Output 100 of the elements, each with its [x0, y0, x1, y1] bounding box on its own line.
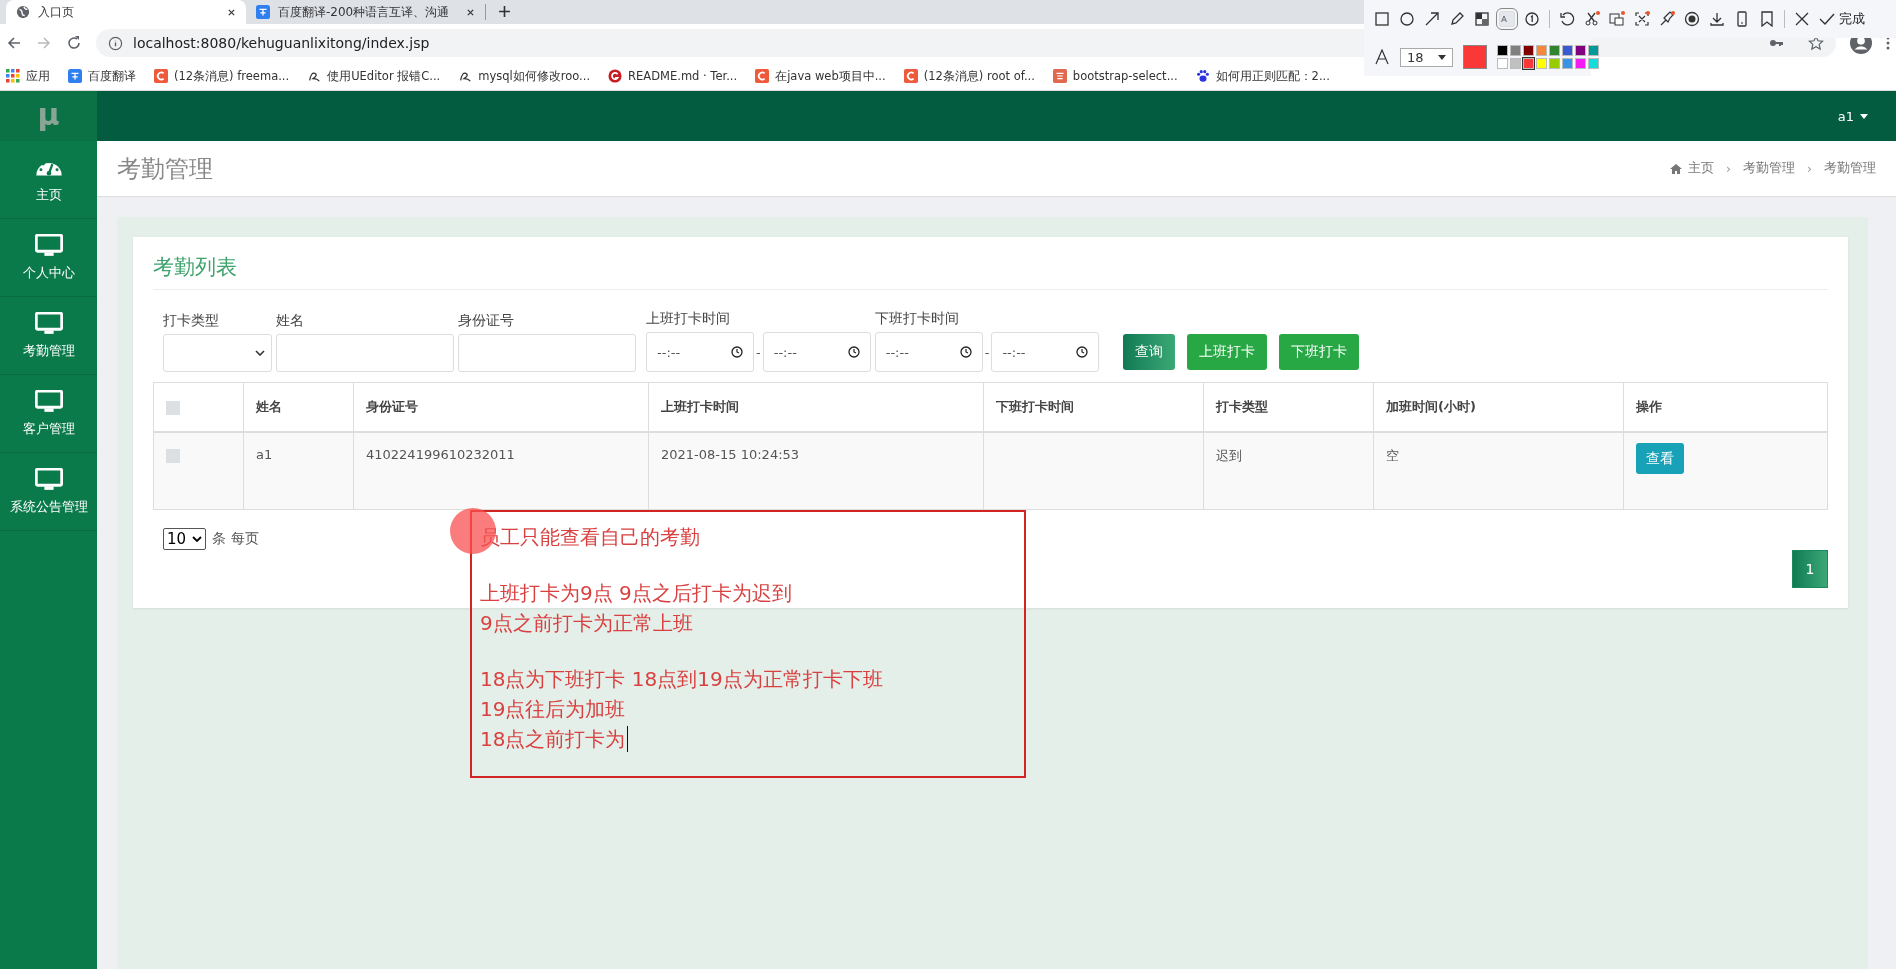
ellipse-tool-icon[interactable]	[1399, 11, 1415, 27]
annotation-text: 9点之前打卡为正常上班	[480, 610, 693, 637]
phone-icon[interactable]	[1734, 11, 1750, 27]
search-button[interactable]: 查询	[1123, 334, 1176, 370]
color-swatch[interactable]	[1496, 58, 1508, 69]
filter-label: 打卡类型	[163, 312, 220, 330]
page-size-select[interactable]: 10	[163, 528, 207, 550]
bookmark[interactable]: (12条消息) root of...	[903, 68, 1035, 84]
browser-tab[interactable]: 入口页	[6, 0, 246, 24]
range-separator: -	[755, 344, 762, 360]
bookmark[interactable]: (12条消息) freema...	[154, 68, 290, 84]
bookmark[interactable]: 在java web项目中...	[755, 68, 886, 84]
pin-icon[interactable]	[1659, 11, 1675, 27]
breadcrumb-item[interactable]: 考勤管理	[1824, 160, 1876, 177]
bookmark[interactable]: 百度翻译	[68, 68, 136, 84]
record-icon[interactable]	[1684, 11, 1700, 27]
select-field[interactable]	[163, 334, 272, 372]
time-field[interactable]: --:--	[991, 332, 1100, 372]
time-field[interactable]: --:--	[762, 332, 871, 372]
mosaic-tool-icon[interactable]	[1474, 11, 1490, 27]
tab-title: 入口页	[38, 3, 75, 21]
swirl-icon	[307, 69, 322, 83]
color-swatch[interactable]	[1522, 45, 1534, 56]
bookmark[interactable]: bootstrap-select...	[1052, 69, 1178, 83]
table-cell: 迟到	[1203, 432, 1374, 510]
table-cell: 410224199610232011	[353, 432, 649, 510]
bookmark[interactable]: 如何用正则匹配：2...	[1195, 68, 1330, 84]
bookmark[interactable]: 使用UEditor 报错C...	[307, 68, 441, 84]
filter-label: 姓名	[276, 312, 305, 330]
bookmark[interactable]: mysql如何修改roo...	[458, 68, 591, 84]
number-tool-icon[interactable]	[1524, 11, 1540, 27]
bookmark-icon[interactable]	[1759, 11, 1775, 27]
done-button[interactable]: 完成	[1819, 10, 1865, 28]
monitor-icon	[34, 389, 63, 413]
breadcrumb-item[interactable]: 考勤管理	[1743, 160, 1795, 177]
input-field[interactable]	[276, 334, 454, 372]
browser-tab[interactable]: 百度翻译-200种语言互译、沟通	[246, 4, 486, 20]
color-swatch[interactable]	[1535, 45, 1547, 56]
checkbox[interactable]	[166, 448, 180, 463]
translate-icon	[256, 5, 270, 19]
time-field[interactable]: --:--	[646, 332, 754, 372]
input-field[interactable]	[458, 334, 636, 372]
swirl-icon	[458, 69, 473, 83]
reload-icon[interactable]	[66, 35, 82, 51]
range-separator: -	[983, 344, 991, 360]
caret-icon	[1860, 113, 1868, 119]
time-field[interactable]: --:--	[874, 332, 983, 372]
close-icon[interactable]	[466, 7, 475, 17]
page-button[interactable]: 1	[1792, 550, 1828, 588]
breadcrumb-separator: ›	[1726, 161, 1731, 176]
text-tool-icon[interactable]	[1499, 11, 1515, 27]
user-menu[interactable]: a1	[1837, 108, 1868, 124]
color-swatch[interactable]	[1587, 45, 1599, 56]
globe-icon	[16, 5, 30, 19]
filter-label: 上班打卡时间	[646, 310, 731, 328]
clock-icon	[959, 346, 972, 358]
annotation-text: 上班打卡为9点 9点之后打卡为迟到	[480, 580, 792, 607]
color-swatch[interactable]	[1574, 58, 1586, 69]
color-swatch[interactable]	[1561, 45, 1573, 56]
color-swatch[interactable]	[1548, 45, 1560, 56]
home-icon	[1670, 163, 1682, 174]
color-swatch[interactable]	[1561, 58, 1573, 69]
apps-bookmark[interactable]: 应用	[6, 68, 50, 84]
color-swatch[interactable]	[1535, 58, 1547, 69]
color-swatch[interactable]	[1587, 58, 1599, 69]
bookmark[interactable]: README.md · Ter...	[608, 69, 738, 83]
page-title: 考勤管理	[117, 153, 213, 185]
filter-label: 下班打卡时间	[874, 310, 960, 328]
font-size-select[interactable]: 18	[1400, 47, 1453, 67]
square-logo-icon	[1052, 69, 1067, 83]
color-swatch[interactable]	[1509, 58, 1521, 69]
close-icon[interactable]	[227, 7, 236, 17]
monitor-icon	[34, 233, 63, 257]
breadcrumb-item[interactable]: 主页	[1688, 160, 1714, 177]
checkbox[interactable]	[166, 400, 180, 415]
undo-icon[interactable]	[1559, 11, 1575, 27]
page-size-label: 条 每页	[212, 530, 259, 548]
crop-icon[interactable]	[1634, 11, 1650, 27]
close-icon[interactable]	[1794, 11, 1810, 27]
rectangle-tool-icon[interactable]	[1374, 11, 1390, 27]
color-swatch[interactable]	[1548, 58, 1560, 69]
color-swatch[interactable]	[1574, 45, 1586, 56]
color-swatch[interactable]	[1496, 45, 1508, 56]
annotation-text: 18点之前打卡为	[480, 726, 626, 753]
scissors-icon[interactable]	[1584, 11, 1600, 27]
clock-icon	[731, 346, 743, 358]
clock-icon	[847, 346, 860, 358]
plus-icon[interactable]	[498, 5, 511, 18]
download-icon[interactable]	[1709, 11, 1725, 27]
back-icon[interactable]	[6, 35, 22, 51]
translate-icon	[68, 69, 82, 83]
color-swatch[interactable]	[1509, 45, 1521, 56]
c-logo-icon	[903, 69, 918, 83]
arrow-tool-icon[interactable]	[1424, 11, 1440, 27]
chevron-icon	[255, 350, 265, 356]
color-swatch[interactable]	[1522, 58, 1534, 69]
star-icon[interactable]	[1808, 35, 1824, 51]
tab-title: 百度翻译-200种语言互译、沟通	[278, 3, 451, 21]
pencil-tool-icon[interactable]	[1449, 11, 1465, 27]
paw-icon	[1195, 69, 1210, 83]
